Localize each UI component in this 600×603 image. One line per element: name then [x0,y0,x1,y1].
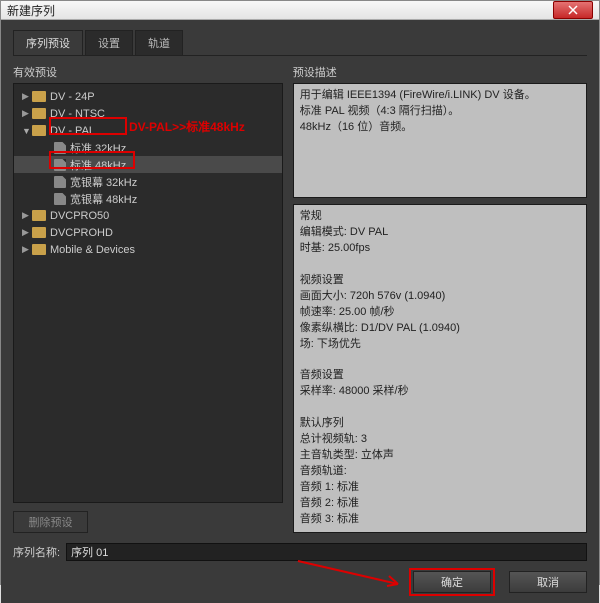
chevron-down-icon: ▼ [22,126,32,136]
annotation-box-dvpal [49,117,127,135]
chevron-right-icon: ▶ [22,108,32,119]
presets-label: 有效预设 [13,64,283,80]
tree-item-dvcprohd[interactable]: ▶DVCPROHD [14,224,282,241]
close-icon [568,5,578,15]
titlebar[interactable]: 新建序列 [1,1,599,20]
description-label: 预设描述 [293,64,587,80]
preset-description-summary: 用于编辑 IEEE1394 (FireWire/i.LINK) DV 设备。 标… [293,83,587,198]
tree-item-mobile[interactable]: ▶Mobile & Devices [14,241,282,258]
delete-preset-button[interactable]: 删除预设 [13,511,88,533]
annotation-text: DV-PAL>>标准48kHz [129,118,245,135]
cancel-button[interactable]: 取消 [509,571,587,593]
new-sequence-dialog: 新建序列 序列预设 设置 轨道 有效预设 ▶DV - 24P ▶DV - NTS… [0,0,600,585]
folder-icon [32,91,46,102]
tree-item-ws32[interactable]: 宽银幕 32kHz [14,173,282,190]
sequence-name-label: 序列名称: [13,544,60,560]
chevron-right-icon: ▶ [22,210,32,221]
tab-settings[interactable]: 设置 [85,30,133,55]
tab-tracks[interactable]: 轨道 [135,30,183,55]
annotation-arrow-icon [293,556,413,592]
window-title: 新建序列 [7,2,55,19]
annotation-box-std48 [49,151,135,169]
preset-tree[interactable]: ▶DV - 24P ▶DV - NTSC ▼DV - PAL 标准 32kHz … [13,83,283,503]
preset-description-detail: 常规 编辑模式: DV PAL 时基: 25.00fps 视频设置 画面大小: … [293,204,587,533]
tree-item-dv24p[interactable]: ▶DV - 24P [14,88,282,105]
folder-icon [32,244,46,255]
annotation-box-ok [409,568,495,596]
folder-icon [32,227,46,238]
folder-icon [32,210,46,221]
folder-icon [32,125,46,136]
preset-icon [54,193,66,205]
chevron-right-icon: ▶ [22,91,32,102]
chevron-right-icon: ▶ [22,244,32,255]
tab-bar: 序列预设 设置 轨道 [13,30,587,56]
folder-icon [32,108,46,119]
preset-icon [54,176,66,188]
tab-sequence-presets[interactable]: 序列预设 [13,30,83,55]
chevron-right-icon: ▶ [22,227,32,238]
tree-item-dvcpro50[interactable]: ▶DVCPRO50 [14,207,282,224]
close-button[interactable] [553,1,593,19]
tree-item-ws48[interactable]: 宽银幕 48kHz [14,190,282,207]
